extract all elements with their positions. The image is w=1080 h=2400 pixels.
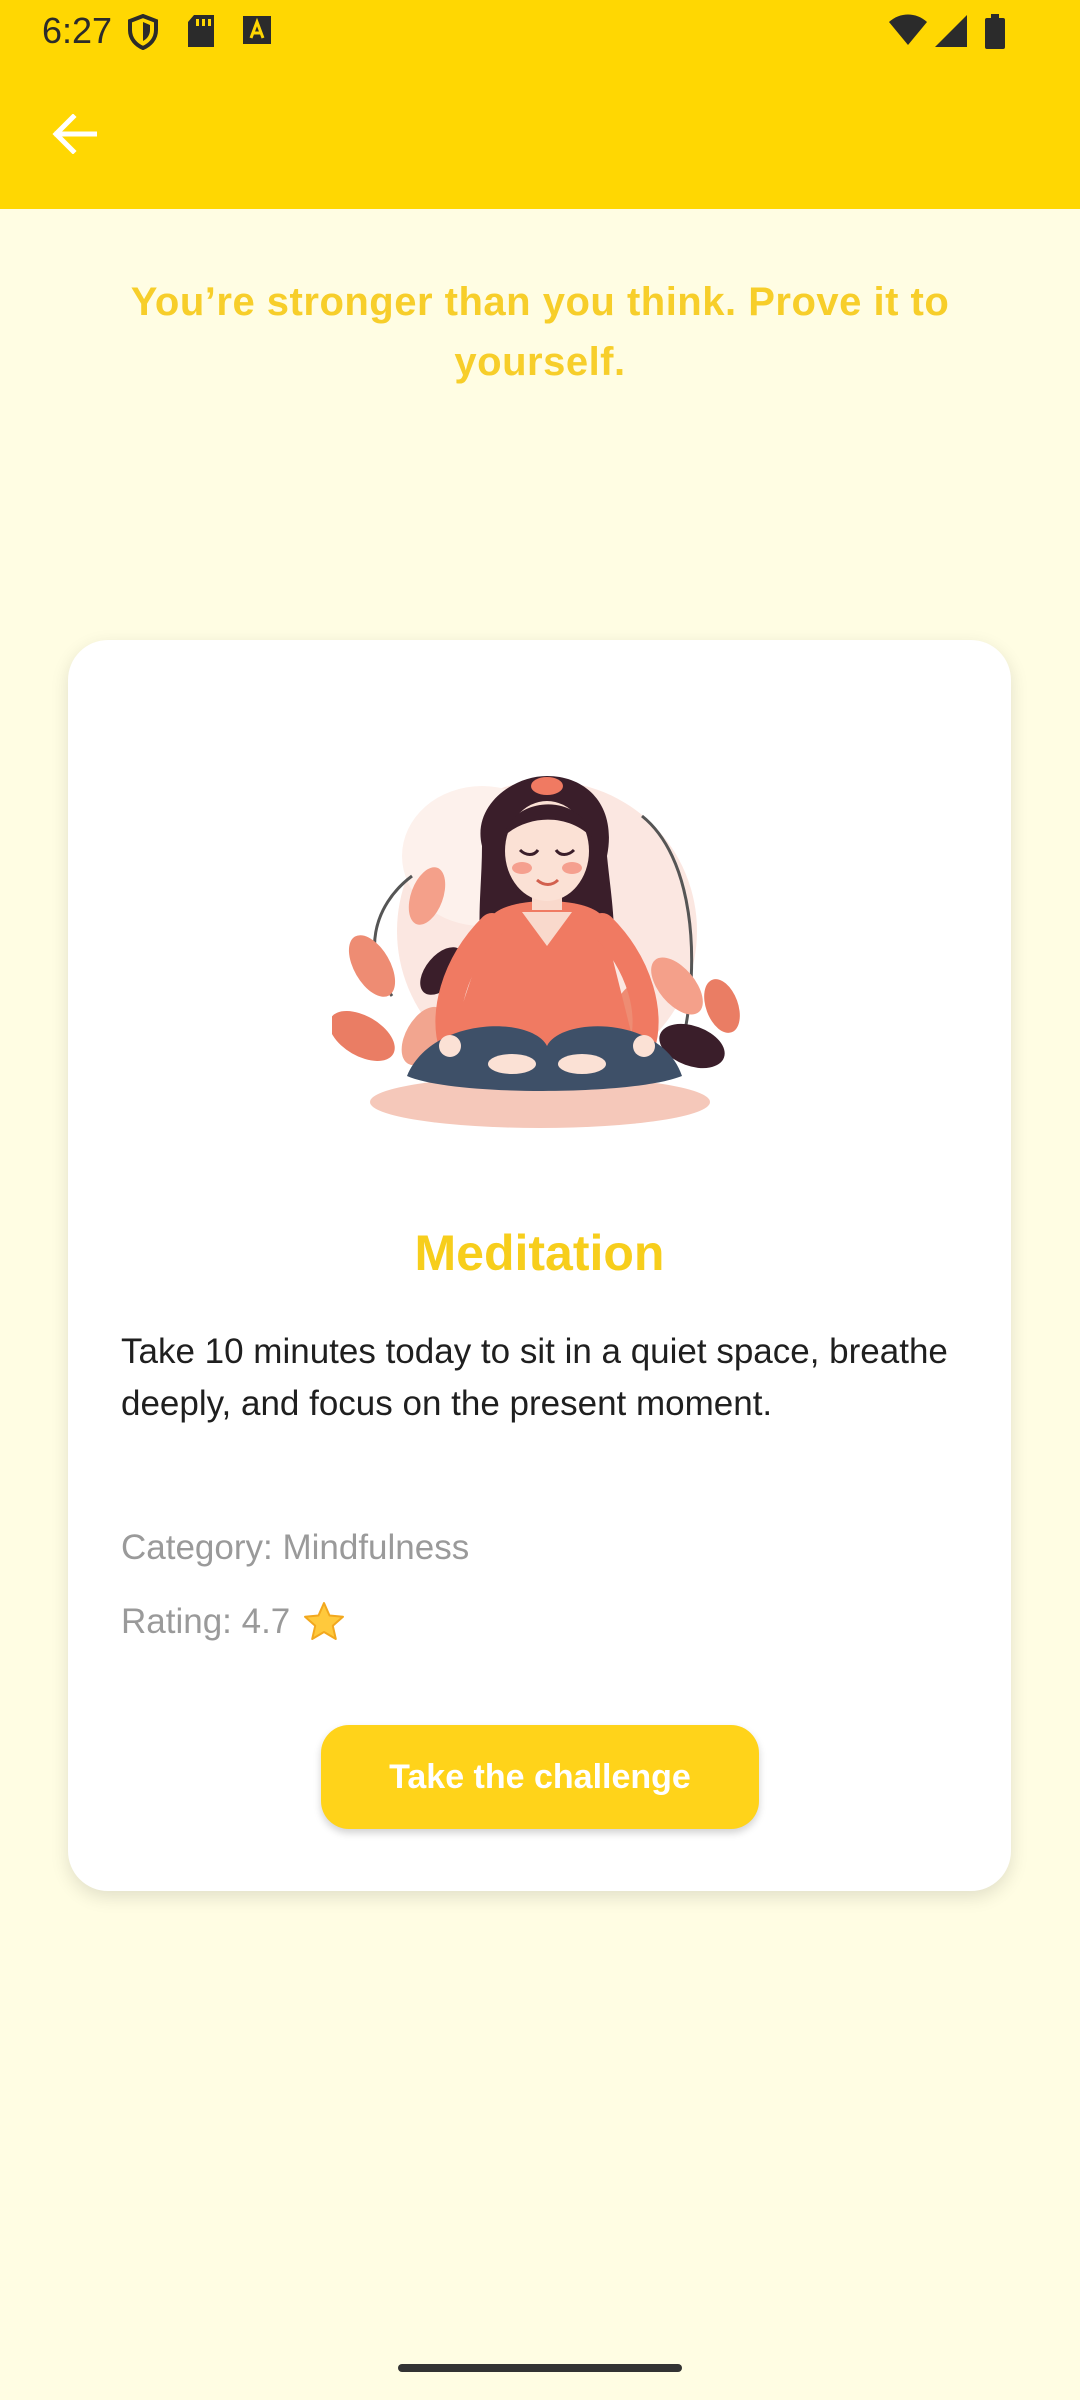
battery-icon (984, 14, 1006, 55)
wifi-icon (888, 14, 928, 51)
challenge-card: Meditation Take 10 minutes today to sit … (68, 640, 1011, 1891)
signal-icon (934, 14, 968, 53)
arrow-left-icon (52, 114, 97, 154)
star-icon (302, 1600, 346, 1644)
take-challenge-button[interactable]: Take the challenge (321, 1725, 759, 1829)
a-font-icon (242, 14, 272, 51)
challenge-description: Take 10 minutes today to sit in a quiet … (121, 1332, 948, 1423)
challenge-title: Meditation (414, 1225, 665, 1281)
back-button[interactable] (38, 98, 110, 170)
rating-text: Rating: 4.7 (121, 1602, 291, 1641)
home-indicator[interactable] (398, 2364, 682, 2372)
status-time: 6:27 (42, 10, 113, 51)
motivation-text: You’re stronger than you think. Prove it… (130, 280, 950, 384)
sd-card-icon (186, 14, 216, 53)
meditation-illustration (329, 746, 748, 1162)
status-bar: 6:27 (0, 0, 1080, 62)
challenge-rating: Rating: 4.7 (121, 1600, 346, 1644)
app-bar: 6:27 (0, 0, 1080, 209)
shield-icon (126, 13, 160, 55)
challenge-category: Category: Mindfulness (121, 1528, 470, 1567)
